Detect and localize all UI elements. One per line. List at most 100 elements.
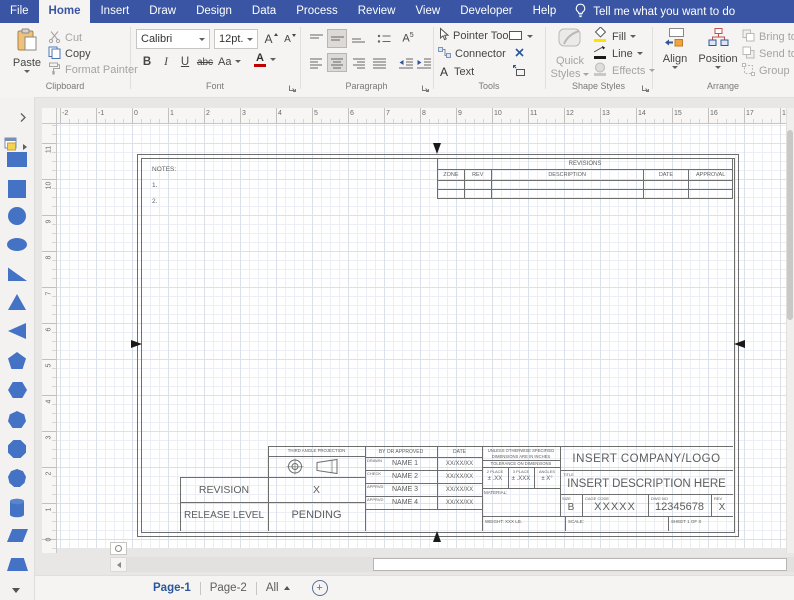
tab-process[interactable]: Process xyxy=(286,0,348,23)
drawing-page[interactable]: NOTES: 1. 2. REVISIONS ZONE REV DESCRIPT… xyxy=(57,124,786,548)
page-tab-1[interactable]: Page-1 xyxy=(153,582,191,594)
bold-button[interactable]: B xyxy=(138,53,156,71)
shape-hexagon[interactable] xyxy=(8,382,27,398)
tab-insert[interactable]: Insert xyxy=(90,0,139,23)
shape-pentagon[interactable] xyxy=(8,352,26,369)
group-button[interactable]: Group xyxy=(742,62,794,78)
underline-button[interactable]: U xyxy=(176,53,194,71)
align-top-button[interactable] xyxy=(306,29,326,48)
position-button[interactable]: Position xyxy=(696,27,740,69)
justify-button[interactable] xyxy=(369,53,389,72)
horizontal-scrollbar-thumb[interactable] xyxy=(373,558,787,571)
copy-label: Copy xyxy=(65,47,91,60)
menu-bar: File Home Insert Draw Design Data Proces… xyxy=(0,0,794,23)
font-color-button[interactable]: A xyxy=(254,52,276,67)
effects-button[interactable]: Effects xyxy=(592,62,656,78)
shape-triangle[interactable] xyxy=(8,294,26,310)
scroll-shapes-down-icon[interactable] xyxy=(12,588,20,593)
shape-right-triangle[interactable] xyxy=(8,267,27,281)
send-to-back-button[interactable]: Send to Back xyxy=(742,46,794,61)
pan-window-button[interactable] xyxy=(110,542,127,555)
decrease-indent-button[interactable] xyxy=(396,53,416,72)
scroll-left-button[interactable] xyxy=(110,557,127,572)
text-tool-button[interactable]: A Text xyxy=(440,64,474,79)
font-size-value: 12pt. xyxy=(219,33,244,45)
paragraph-spacing-button[interactable]: A5 xyxy=(398,29,418,48)
tab-developer[interactable]: Developer xyxy=(450,0,522,23)
italic-button[interactable]: I xyxy=(157,53,175,71)
paste-dropdown[interactable] xyxy=(24,70,30,73)
format-painter-button[interactable]: Format Painter xyxy=(48,62,138,77)
shape-octagon[interactable] xyxy=(8,440,26,458)
quick-styles-button[interactable]: Quick Styles xyxy=(551,27,590,80)
tab-draw[interactable]: Draw xyxy=(139,0,186,23)
strikethrough-button[interactable]: abc xyxy=(196,53,214,71)
shape-trapezoid[interactable] xyxy=(7,558,28,571)
connection-point-icon xyxy=(514,47,525,61)
shape-circle[interactable] xyxy=(8,207,26,225)
paste-button[interactable]: Paste xyxy=(8,27,46,73)
rectangle-tool-button[interactable] xyxy=(508,29,533,44)
cut-button[interactable]: Cut xyxy=(48,30,82,45)
paragraph-dialog-launcher[interactable] xyxy=(421,80,431,92)
shape-parallelogram[interactable] xyxy=(7,529,28,542)
align-right-button[interactable] xyxy=(348,53,368,72)
font-size-select[interactable]: 12pt. xyxy=(214,29,258,49)
visio-window: File Home Insert Draw Design Data Proces… xyxy=(0,0,794,600)
increase-indent-button[interactable] xyxy=(414,53,434,72)
change-case-button[interactable]: Aa xyxy=(218,54,242,69)
add-page-button[interactable]: + xyxy=(311,580,328,596)
tab-data[interactable]: Data xyxy=(242,0,286,23)
material-label: MATERIAL: xyxy=(484,490,508,495)
shrink-font-button[interactable]: A xyxy=(281,30,299,48)
change-case-label: Aa xyxy=(218,55,232,68)
align-left-button[interactable] xyxy=(306,53,326,72)
align-button[interactable]: Align xyxy=(656,27,694,69)
grow-font-button[interactable]: A xyxy=(262,30,280,48)
connection-point-button[interactable] xyxy=(514,46,525,61)
pointer-tool-button[interactable]: Pointer Tool xyxy=(438,27,511,43)
chevron-down-icon xyxy=(630,35,637,38)
chevron-down-icon xyxy=(583,72,590,76)
tab-file[interactable]: File xyxy=(0,0,39,23)
tab-home[interactable]: Home xyxy=(38,0,91,23)
tell-me-box[interactable]: Tell me what you want to do xyxy=(566,0,743,23)
fill-button[interactable]: Fill xyxy=(592,26,637,44)
vertical-scrollbar-thumb[interactable] xyxy=(787,130,793,320)
clipboard-group-label: Clipboard xyxy=(45,81,85,91)
connector-tool-button[interactable]: Connector xyxy=(438,46,506,61)
bring-to-front-label: Bring to Front xyxy=(759,30,794,43)
rev-label: REV xyxy=(714,496,723,501)
line-button[interactable]: Line xyxy=(592,45,643,61)
page-tab-2[interactable]: Page-2 xyxy=(210,582,247,594)
tab-design[interactable]: Design xyxy=(186,0,242,23)
shape-left-triangle[interactable] xyxy=(8,323,26,339)
text-block-tool-button[interactable] xyxy=(512,64,526,79)
tab-help[interactable]: Help xyxy=(523,0,567,23)
font-family-select[interactable]: Calibri xyxy=(136,29,210,49)
shape-rectangle[interactable] xyxy=(7,152,27,167)
revisions-col-rev: REV xyxy=(465,170,492,180)
shape-nonagon[interactable] xyxy=(8,469,26,487)
bullets-button[interactable] xyxy=(374,29,394,48)
center-mark-left xyxy=(131,340,142,348)
approval-name: NAME 4 xyxy=(391,499,419,506)
align-bottom-button[interactable] xyxy=(348,29,368,48)
revisions-table[interactable]: REVISIONS ZONE REV DESCRIPTION DATE APPR… xyxy=(437,158,733,199)
shape-styles-dialog-launcher[interactable] xyxy=(641,80,651,92)
approval-date: XX/XX/XX xyxy=(445,461,474,467)
copy-button[interactable]: Copy xyxy=(48,46,91,61)
all-pages-button[interactable]: All xyxy=(266,582,290,594)
shape-cylinder[interactable] xyxy=(8,497,26,524)
bring-to-front-button[interactable]: Bring to Front xyxy=(742,29,794,44)
tab-view[interactable]: View xyxy=(405,0,450,23)
font-dialog-launcher[interactable] xyxy=(288,80,298,92)
expand-shapes-chevron-icon[interactable] xyxy=(19,110,27,128)
shape-square[interactable] xyxy=(8,180,26,198)
shape-ellipse[interactable] xyxy=(7,238,27,251)
align-middle-button[interactable] xyxy=(327,29,347,48)
align-center-button[interactable] xyxy=(327,53,347,72)
tab-review[interactable]: Review xyxy=(348,0,406,23)
approval-name: NAME 1 xyxy=(391,460,419,467)
shape-heptagon[interactable] xyxy=(8,411,26,428)
